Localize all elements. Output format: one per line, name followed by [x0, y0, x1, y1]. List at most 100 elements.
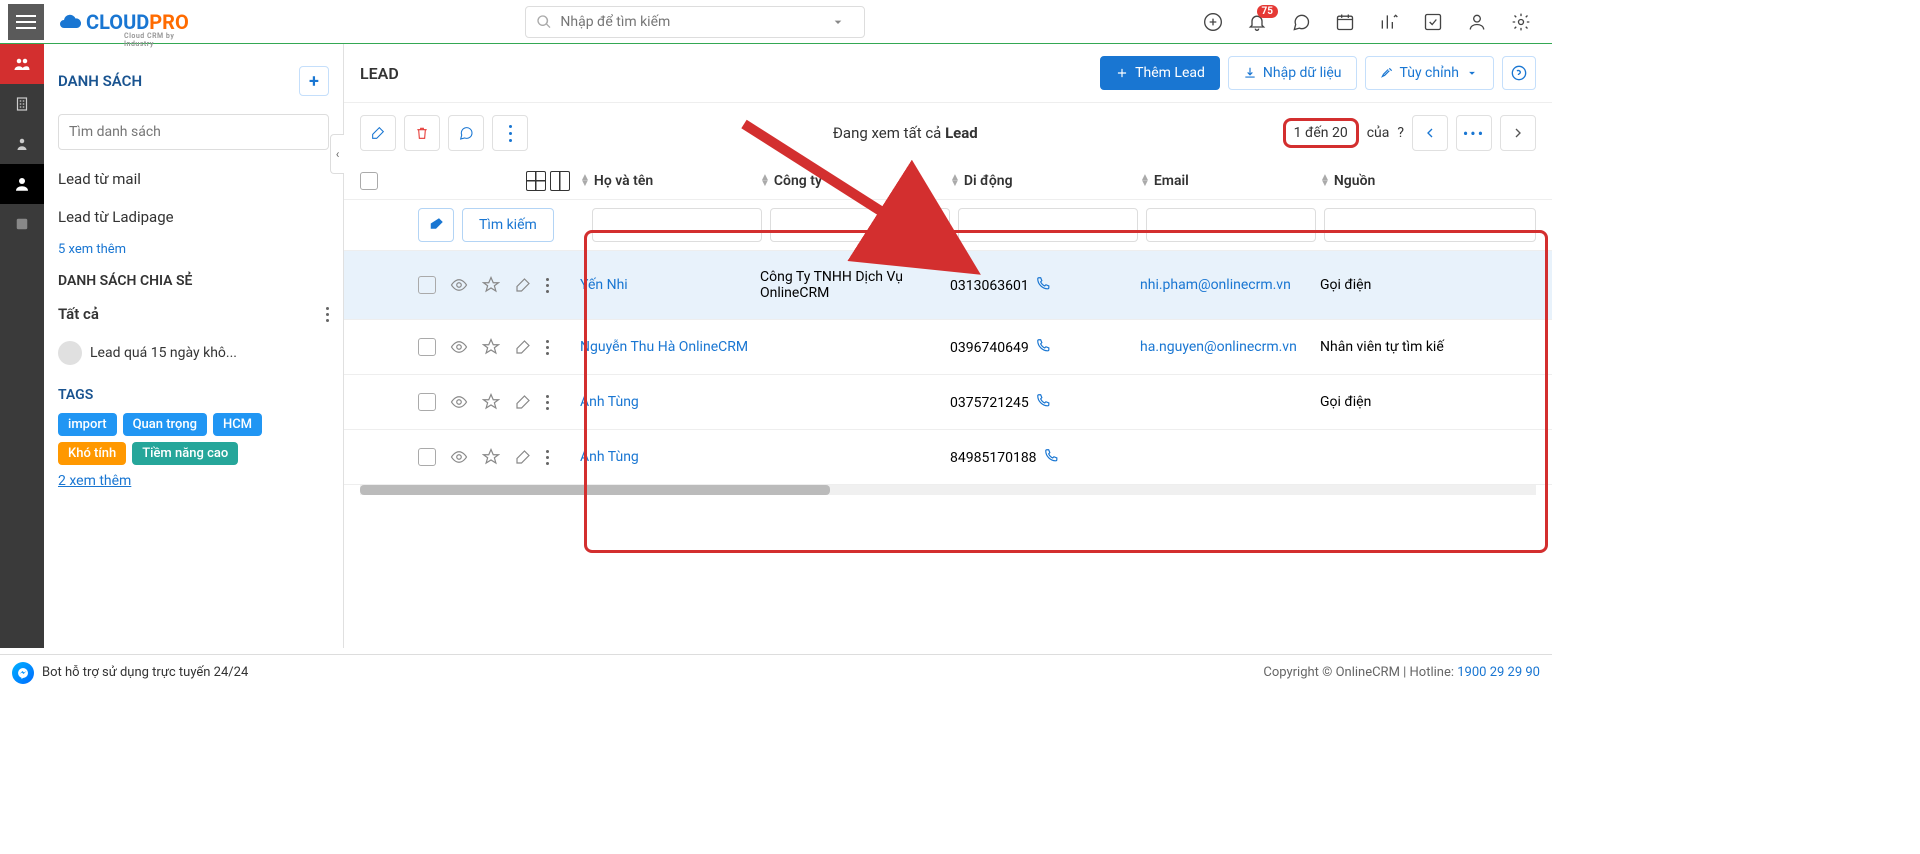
row-more-icon[interactable] [546, 340, 549, 355]
more-pages-button[interactable]: ••• [1456, 115, 1492, 151]
user-icon[interactable] [1466, 11, 1488, 33]
star-icon[interactable] [482, 338, 500, 356]
add-lead-button[interactable]: Thêm Lead [1100, 56, 1220, 90]
tag[interactable]: import [58, 413, 117, 436]
nav-contact-icon[interactable] [0, 164, 44, 204]
sidebar-item[interactable]: Lead từ mail [44, 160, 343, 198]
th-source[interactable]: ▲▼Nguồn [1320, 173, 1536, 189]
nav-team-icon[interactable] [0, 44, 44, 84]
row-name[interactable]: Nguyễn Thu Hà OnlineCRM [580, 339, 748, 355]
pencil-icon[interactable] [514, 276, 532, 294]
pencil-icon[interactable] [514, 393, 532, 411]
add-icon[interactable] [1202, 11, 1224, 33]
table-row[interactable]: Anh Tùng 84985170188 [344, 430, 1552, 485]
row-more-icon[interactable] [546, 395, 549, 410]
th-mobile[interactable]: ▲▼Di động [950, 173, 1140, 189]
hotline-link[interactable]: 1900 29 29 90 [1457, 665, 1540, 680]
phone-icon[interactable] [1036, 276, 1050, 290]
table-row[interactable]: Nguyễn Thu Hà OnlineCRM 0396740649 ha.ng… [344, 320, 1552, 375]
row-email[interactable]: ha.nguyen@onlinecrm.vn [1140, 339, 1297, 355]
filter-name[interactable] [592, 208, 762, 242]
clear-filters-button[interactable] [418, 208, 454, 242]
phone-icon[interactable] [1044, 448, 1058, 462]
messenger-icon[interactable] [12, 662, 34, 684]
gear-icon[interactable] [1510, 11, 1532, 33]
sidebar: DANH SÁCH + Lead từ mail Lead từ Ladipag… [44, 44, 344, 648]
bell-icon[interactable]: 75 [1246, 11, 1268, 33]
tag[interactable]: Khó tính [58, 442, 126, 465]
search-button[interactable]: Tìm kiếm [462, 208, 554, 242]
global-search[interactable] [525, 6, 865, 38]
pencil-icon[interactable] [514, 448, 532, 466]
eye-icon[interactable] [450, 338, 468, 356]
search-input[interactable] [560, 14, 830, 30]
tags-more-link[interactable]: 2 xem thêm [44, 465, 145, 497]
tag[interactable]: Quan trọng [123, 413, 207, 436]
tag[interactable]: HCM [213, 413, 262, 436]
comment-button[interactable] [448, 115, 484, 151]
row-more-icon[interactable] [546, 450, 549, 465]
chat-icon[interactable] [1290, 11, 1312, 33]
select-all-checkbox[interactable] [360, 172, 378, 190]
sidebar-more-link[interactable]: 5 xem thêm [44, 236, 343, 263]
tag[interactable]: Tiềm năng cao [132, 442, 238, 465]
grid-view-icon[interactable] [526, 171, 546, 191]
row-name[interactable]: Anh Tùng [580, 449, 639, 465]
analytics-icon[interactable] [1378, 11, 1400, 33]
pencil-icon[interactable] [514, 338, 532, 356]
row-checkbox[interactable] [418, 276, 436, 294]
filter-mobile[interactable] [958, 208, 1138, 242]
star-icon[interactable] [482, 276, 500, 294]
nav-person-icon[interactable] [0, 124, 44, 164]
row-source: Gọi điện [1320, 277, 1536, 293]
add-list-button[interactable]: + [299, 66, 329, 96]
help-button[interactable] [1502, 56, 1536, 90]
th-company[interactable]: ▲▼Công ty [760, 173, 950, 189]
phone-icon[interactable] [1036, 338, 1050, 352]
row-checkbox[interactable] [418, 393, 436, 411]
filter-company[interactable] [770, 208, 950, 242]
row-checkbox[interactable] [418, 448, 436, 466]
collapse-sidebar-handle[interactable]: ‹ [330, 134, 344, 174]
filter-email[interactable] [1146, 208, 1316, 242]
th-name[interactable]: ▲▼Họ và tên [570, 173, 760, 189]
th-email[interactable]: ▲▼Email [1140, 173, 1320, 189]
eye-icon[interactable] [450, 276, 468, 294]
star-icon[interactable] [482, 448, 500, 466]
sidebar-search-input[interactable] [69, 124, 318, 140]
column-view-icon[interactable] [550, 171, 570, 191]
next-page-button[interactable] [1500, 115, 1536, 151]
logo[interactable]: CLOUDPRO Cloud CRM by Industry [56, 10, 189, 34]
delete-button[interactable] [404, 115, 440, 151]
table-row[interactable]: Yến Nhi Công Ty TNHH Dịch Vụ OnlineCRM 0… [344, 251, 1552, 320]
tasks-icon[interactable] [1422, 11, 1444, 33]
horizontal-scrollbar[interactable] [360, 485, 1536, 495]
sidebar-search[interactable] [58, 114, 329, 150]
row-name[interactable]: Yến Nhi [580, 277, 628, 293]
nav-building-icon[interactable] [0, 84, 44, 124]
filter-source[interactable] [1324, 208, 1536, 242]
hamburger-menu[interactable] [8, 4, 44, 40]
edit-button[interactable] [360, 115, 396, 151]
row-more-icon[interactable] [546, 278, 549, 293]
row-name[interactable]: Anh Tùng [580, 394, 639, 410]
star-icon[interactable] [482, 393, 500, 411]
more-button[interactable] [492, 115, 528, 151]
customize-button[interactable]: Tùy chỉnh [1365, 56, 1494, 90]
row-checkbox[interactable] [418, 338, 436, 356]
calendar-icon[interactable] [1334, 11, 1356, 33]
sidebar-shared-item[interactable]: Lead quá 15 ngày khô... [44, 333, 343, 373]
row-email[interactable]: nhi.pham@onlinecrm.vn [1140, 277, 1291, 293]
dots-v-icon[interactable] [326, 307, 329, 322]
eye-icon[interactable] [450, 448, 468, 466]
topbar: CLOUDPRO Cloud CRM by Industry 75 [0, 0, 1552, 44]
sidebar-item[interactable]: Lead từ Ladipage [44, 198, 343, 236]
import-button[interactable]: Nhập dữ liệu [1228, 56, 1357, 90]
eye-icon[interactable] [450, 393, 468, 411]
data-rows: Yến Nhi Công Ty TNHH Dịch Vụ OnlineCRM 0… [344, 251, 1552, 485]
prev-page-button[interactable] [1412, 115, 1448, 151]
phone-icon[interactable] [1036, 393, 1050, 407]
table-row[interactable]: Anh Tùng 0375721245 Gọi điện [344, 375, 1552, 430]
sidebar-item-all[interactable]: Tất cả [44, 295, 343, 333]
nav-other-icon[interactable] [0, 204, 44, 244]
